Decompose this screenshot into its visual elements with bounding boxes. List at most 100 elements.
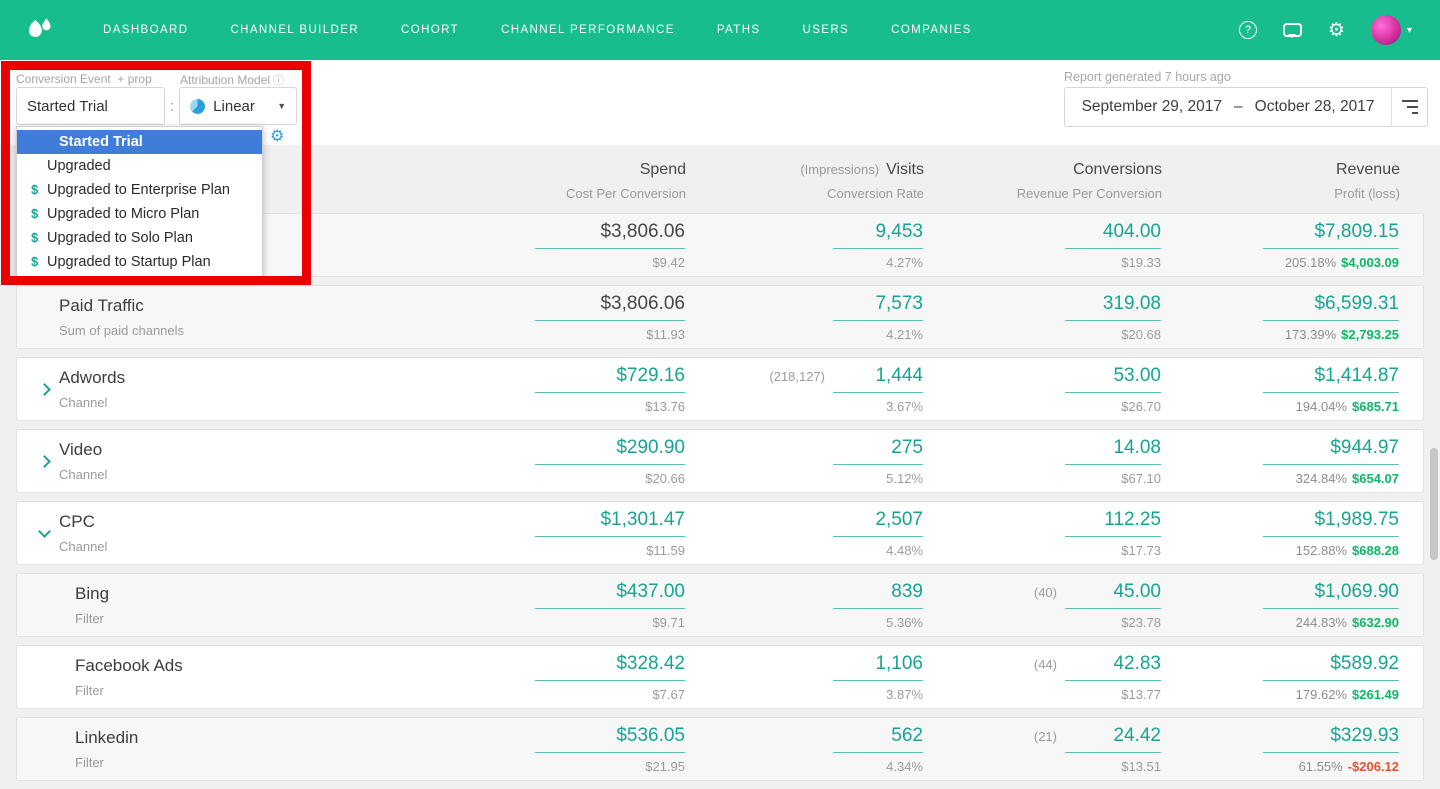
col-header-spend[interactable]: Spend [448, 161, 686, 179]
row-subtitle: Filter [75, 611, 104, 626]
dropdown-item[interactable]: Upgraded [17, 154, 262, 178]
app-logo-icon[interactable] [26, 15, 56, 45]
profit-secondary: 173.39% $2,793.25 [1161, 327, 1399, 342]
dropdown-item-label: Started Trial [59, 134, 143, 150]
date-start[interactable]: September 29, 2017 [1082, 98, 1222, 116]
visits-value[interactable]: 562 [833, 725, 923, 753]
conversions-cell: 319.08 $20.68 [923, 293, 1161, 342]
nav-item-cohort[interactable]: COHORT [380, 0, 480, 60]
info-icon[interactable]: ⓘ [273, 75, 284, 87]
spend-value[interactable]: $1,301.47 [535, 509, 685, 537]
visits-value[interactable]: 275 [833, 437, 923, 465]
settings-gear-icon[interactable]: ⚙ [1328, 21, 1345, 40]
table-row[interactable]: Bing Filter $437.00 $9.71 839 5.36% (40) 45.00 $… [16, 573, 1424, 637]
avatar[interactable] [1370, 15, 1401, 45]
row-name-cell: Linkedin Filter [17, 728, 447, 770]
expand-chevron-icon[interactable] [37, 454, 51, 468]
conversions-prefix: (21) [1033, 728, 1057, 744]
revenue-value[interactable]: $7,809.15 [1263, 221, 1399, 249]
visits-secondary: 4.48% [886, 542, 923, 558]
conversions-secondary: $17.73 [1121, 542, 1161, 558]
revenue-value[interactable]: $329.93 [1263, 725, 1399, 753]
col-header-revenue[interactable]: Revenue [1162, 161, 1400, 179]
revenue-cell: $1,414.87 194.04% $685.71 [1161, 365, 1399, 414]
spend-value[interactable]: $290.90 [535, 437, 685, 465]
visits-value[interactable]: 9,453 [833, 221, 923, 249]
conversions-value[interactable]: 112.25 [1065, 509, 1161, 537]
revenue-value[interactable]: $6,599.31 [1263, 293, 1399, 321]
visits-value[interactable]: 2,507 [833, 509, 923, 537]
nav-item-channel-builder[interactable]: CHANNEL BUILDER [209, 0, 380, 60]
user-menu[interactable]: ▾ [1370, 15, 1412, 45]
conversions-value[interactable]: 42.83 [1065, 653, 1161, 681]
spend-value[interactable]: $328.42 [535, 653, 685, 681]
conversions-value[interactable]: 24.42 [1065, 725, 1161, 753]
visits-prefix: (218,127) [769, 368, 825, 384]
chat-icon[interactable] [1282, 23, 1302, 38]
spend-cell: $328.42 $7.67 [447, 653, 685, 702]
col-header-conversions[interactable]: Conversions [924, 161, 1162, 179]
report-options-button[interactable] [1391, 88, 1427, 126]
nav-item-channel-performance[interactable]: CHANNEL PERFORMANCE [480, 0, 696, 60]
spend-value[interactable]: $536.05 [535, 725, 685, 753]
row-subtitle: Channel [59, 539, 108, 554]
table-row[interactable]: Adwords Channel $729.16 $13.76 (218,127) 1,44… [16, 357, 1424, 421]
dropdown-item[interactable]: $ Upgraded to Startup Plan [17, 250, 262, 274]
attribution-model-select[interactable]: Linear ▼ [179, 87, 298, 125]
profit-percent: 324.84% [1295, 470, 1347, 486]
conversions-secondary: $23.78 [1121, 614, 1161, 630]
spend-value[interactable]: $3,806.06 [535, 293, 685, 321]
table-row[interactable]: Video Channel $290.90 $20.66 275 5.12% 14.08 $6… [16, 429, 1424, 493]
revenue-value[interactable]: $1,989.75 [1263, 509, 1399, 537]
help-icon[interactable]: ? [1238, 21, 1257, 39]
visits-value[interactable]: 839 [833, 581, 923, 609]
visits-cell: 2,507 4.48% [685, 509, 923, 558]
col-header-visits[interactable]: (Impressions) Visits [686, 161, 924, 179]
nav-item-paths[interactable]: PATHS [696, 0, 782, 60]
revenue-cell: $7,809.15 205.18% $4,003.09 [1161, 221, 1399, 270]
visits-cell: 7,573 4.21% [685, 293, 923, 342]
conversions-secondary: $67.10 [1121, 470, 1161, 486]
spend-value[interactable]: $437.00 [535, 581, 685, 609]
conversions-cell: 53.00 $26.70 [923, 365, 1161, 414]
channel-settings-gear-icon[interactable]: ⚙ [270, 126, 284, 146]
spend-secondary: $11.93 [646, 326, 685, 342]
collapse-chevron-icon[interactable] [37, 524, 51, 538]
revenue-value[interactable]: $1,069.90 [1263, 581, 1399, 609]
conversions-value[interactable]: 404.00 [1065, 221, 1161, 249]
dropdown-item[interactable]: Started Trial [17, 130, 262, 154]
table-row[interactable]: Linkedin Filter $536.05 $21.95 562 4.34% (21) 2… [16, 717, 1424, 781]
row-name: Adwords [59, 368, 126, 387]
visits-value[interactable]: 1,106 [833, 653, 923, 681]
conversions-value[interactable]: 45.00 [1065, 581, 1161, 609]
conversions-value[interactable]: 14.08 [1065, 437, 1161, 465]
date-range-picker[interactable]: September 29, 2017 – October 28, 2017 [1064, 87, 1428, 127]
revenue-value[interactable]: $1,414.87 [1263, 365, 1399, 393]
nav-item-users[interactable]: USERS [781, 0, 870, 60]
dropdown-item[interactable]: $ Upgraded to Solo Plan [17, 226, 262, 250]
spend-value[interactable]: $729.16 [535, 365, 685, 393]
table-row[interactable]: Paid Traffic Sum of paid channels $3,806.0… [16, 285, 1424, 349]
spend-secondary: $9.42 [652, 254, 685, 270]
visits-value[interactable]: 1,444 [833, 365, 923, 393]
expand-chevron-icon[interactable] [37, 382, 51, 396]
nav-item-companies[interactable]: COMPANIES [870, 0, 993, 60]
spend-secondary: $9.71 [652, 614, 685, 630]
nav-item-dashboard[interactable]: DASHBOARD [82, 0, 209, 60]
visits-cell: 562 4.34% [685, 725, 923, 774]
visits-value[interactable]: 7,573 [833, 293, 923, 321]
add-prop-link[interactable]: + prop [117, 72, 151, 86]
spend-cell: $290.90 $20.66 [447, 437, 685, 486]
table-row[interactable]: Facebook Ads Filter $328.42 $7.67 1,106 3.87%… [16, 645, 1424, 709]
revenue-value[interactable]: $944.97 [1263, 437, 1399, 465]
table-row[interactable]: CPC Channel $1,301.47 $11.59 2,507 4.48% 112.2… [16, 501, 1424, 565]
revenue-value[interactable]: $589.92 [1263, 653, 1399, 681]
dropdown-item[interactable]: $ Upgraded to Enterprise Plan [17, 178, 262, 202]
conversions-value[interactable]: 53.00 [1065, 365, 1161, 393]
dropdown-item[interactable]: $ Upgraded to Micro Plan [17, 202, 262, 226]
conversions-value[interactable]: 319.08 [1065, 293, 1161, 321]
date-end[interactable]: October 28, 2017 [1255, 98, 1375, 116]
vertical-scrollbar-thumb[interactable] [1430, 448, 1438, 560]
conversion-event-input[interactable] [16, 87, 165, 125]
spend-value[interactable]: $3,806.06 [535, 221, 685, 249]
